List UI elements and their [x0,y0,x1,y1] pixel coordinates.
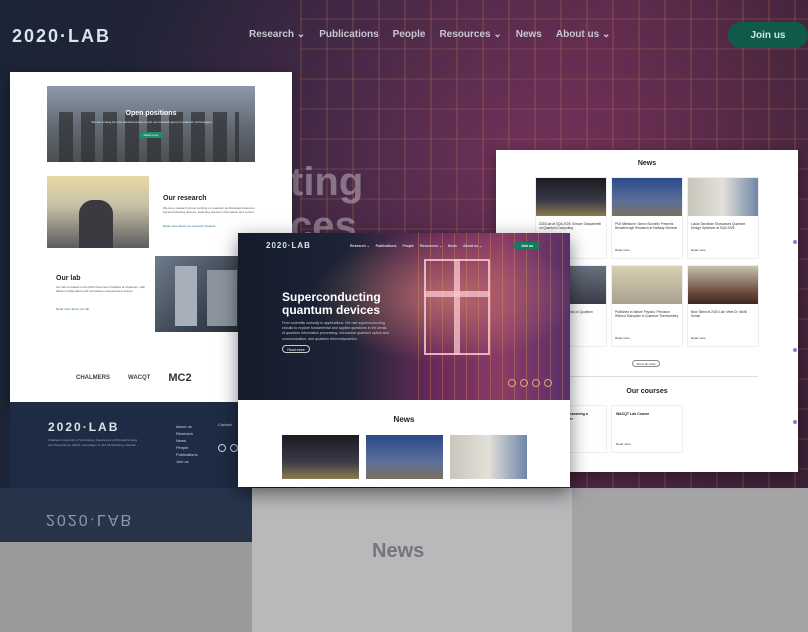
social-icons [218,444,238,452]
linkedin-icon[interactable] [218,444,226,452]
reflection-news-heading: News [372,540,425,562]
news-card[interactable]: PhD Milestone: Simon Sundelin Presents B… [612,178,682,258]
news-image [612,178,682,216]
home-nav-about[interactable]: About us ⌄ [463,244,482,248]
footer-link-join[interactable]: Join us [176,459,198,464]
footer-logo[interactable]: 2020·LAB [48,420,119,434]
course-card[interactable]: WACQT Lab Course Read more [612,406,682,452]
open-positions-title: Open positions [125,110,177,117]
our-research-text: We are a research group working on quant… [163,206,255,215]
news-thumbnail[interactable] [450,435,527,479]
our-research-title: Our research [163,195,207,202]
home-join-button[interactable]: Join us [514,242,540,250]
home-news-heading: News [393,415,415,424]
news-image [612,266,682,304]
youtube-icon[interactable] [230,444,238,452]
footer-links: About us Research News People Publicatio… [176,424,198,464]
show-all-news-button[interactable]: Show all news [632,360,660,367]
news-thumbnail[interactable] [366,435,443,479]
news-image [536,178,606,216]
wacqt-logo[interactable]: WACQT [128,375,150,381]
news-heading: News [637,160,657,167]
scroll-indicator [793,348,797,352]
nav-people[interactable]: People [393,29,426,40]
home-logo[interactable]: 2020·LAB [266,241,311,250]
hero-read-more-button[interactable]: Read more [282,345,310,353]
hero-banner: 2020·LAB Research ⌄ Publications People … [238,233,570,400]
open-positions-button[interactable]: Read more [139,132,163,138]
footer-link-about[interactable]: About us [176,424,198,429]
hero-description: From scientific curiosity to application… [282,321,389,341]
our-research-link[interactable]: Read more about our research projects [163,224,215,228]
site-footer: 2020·LAB Chalmers University of Technolo… [10,402,252,488]
home-page-preview: 2020·LAB Research ⌄ Publications People … [238,233,570,487]
home-nav-research[interactable]: Research ⌄ [350,244,370,248]
news-card[interactable]: New Talent at 2020 Lab: Meet Dr. Nikhil … [688,266,758,346]
news-image [688,178,758,216]
footer-link-news[interactable]: News [176,438,198,443]
news-image [688,266,758,304]
our-lab-title: Our lab [56,275,81,282]
news-card[interactable]: Lukas Sandbom Showcases Quantum Design O… [688,178,758,258]
partner-logos: CHALMERS WACQT MC2 [76,372,192,384]
news-card[interactable]: Published in Nature Physics: Precision W… [612,266,682,346]
circuit-pads [508,379,552,387]
main-nav: Research ⌄ Publications People Resources… [249,29,624,40]
home-nav-news[interactable]: News [448,244,457,248]
reflection-logo: 2020·LAB [46,511,134,528]
news-thumbnail[interactable] [282,435,359,479]
chip-graphic [424,259,490,355]
footer-link-publications[interactable]: Publications [176,452,198,457]
top-navigation: 2020·LAB Research ⌄ Publications People … [0,0,808,70]
nav-publications[interactable]: Publications [319,29,378,40]
site-logo[interactable]: 2020·LAB [12,26,111,47]
scroll-indicator [793,420,797,424]
our-lab-text: Our lab is located in the MC2 cleanroom … [56,285,146,294]
home-nav: Research ⌄ Publications People Resources… [350,244,482,248]
nav-resources[interactable]: Resources ⌄ [439,29,501,40]
home-nav-people[interactable]: People [402,244,413,248]
nav-about[interactable]: About us ⌄ [556,29,610,40]
join-us-button[interactable]: Join us [728,22,808,48]
footer-contact: Contact [218,422,232,427]
open-positions-photo: Open positions We are looking for new ta… [47,86,255,162]
mc2-logo[interactable]: MC2 [168,372,191,384]
footer-link-people[interactable]: People [176,445,198,450]
hero-title: Superconducting quantum devices [282,290,381,318]
home-news-row [282,435,527,479]
open-positions-subtitle: We are looking for new talented people t… [91,120,213,124]
nav-news[interactable]: News [516,29,542,40]
home-nav-publications[interactable]: Publications [376,244,397,248]
home-nav-resources[interactable]: Resources ⌄ [420,244,442,248]
our-lab-link[interactable]: Read more about our lab [56,307,89,311]
research-photo [47,176,149,248]
scroll-indicator [793,240,797,244]
footer-link-research[interactable]: Research [176,431,198,436]
nav-research[interactable]: Research ⌄ [249,29,305,40]
chalmers-logo[interactable]: CHALMERS [76,375,110,381]
footer-address: Chalmers University of Technology, Depar… [48,438,138,447]
